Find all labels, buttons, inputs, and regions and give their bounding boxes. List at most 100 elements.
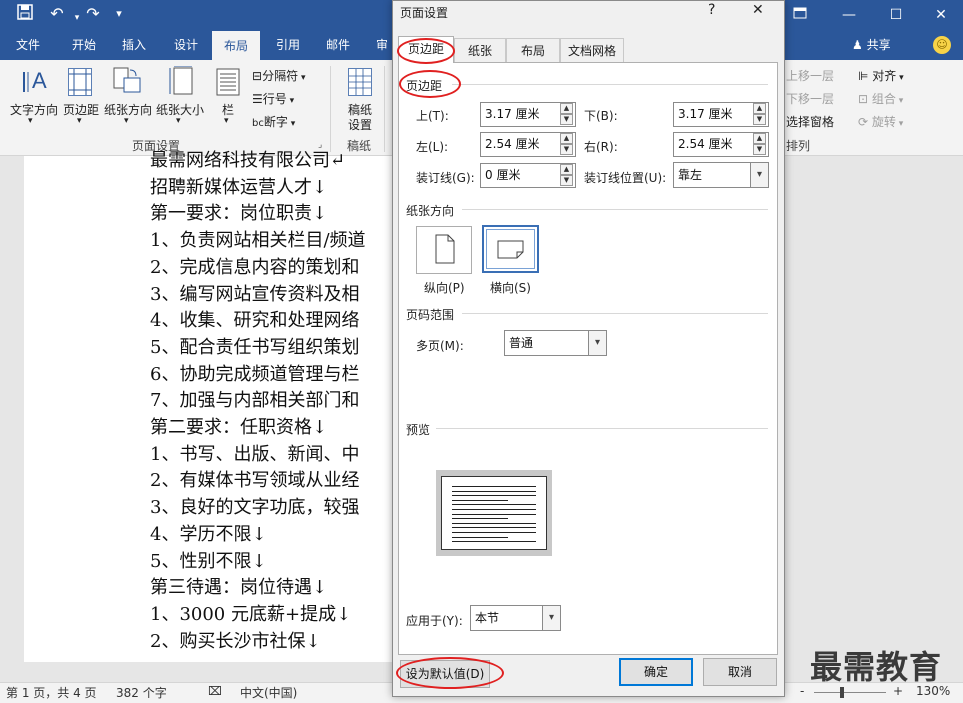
pages-section-heading: 页码范围 bbox=[406, 308, 455, 322]
undo-icon[interactable]: ↶ bbox=[46, 4, 68, 24]
margins-dropdown-icon[interactable]: ▾ bbox=[77, 116, 82, 126]
document-line: 7、加强与内部相关部门和 bbox=[150, 390, 360, 412]
proofing-icon[interactable]: ⌧ bbox=[208, 684, 222, 698]
portrait-button[interactable] bbox=[416, 226, 472, 274]
text-direction-button[interactable]: 文字方向 bbox=[6, 101, 62, 118]
text-direction-dropdown-icon[interactable]: ▾ bbox=[28, 116, 33, 126]
dialog-tab-paper[interactable]: 纸张 bbox=[454, 38, 506, 62]
bottom-margin-up-icon[interactable]: ▲ bbox=[753, 103, 766, 114]
zoom-slider-thumb[interactable] bbox=[840, 687, 844, 698]
multiple-pages-dropdown-icon[interactable]: ▾ bbox=[588, 331, 606, 355]
group-label: 组合 bbox=[871, 92, 896, 106]
close-window-icon[interactable]: ✕ bbox=[918, 0, 963, 30]
preview-line bbox=[452, 513, 536, 515]
customize-qat-icon[interactable]: ▾ bbox=[108, 4, 130, 24]
page-count[interactable]: 第 1 页，共 4 页 bbox=[6, 684, 97, 701]
bottom-margin-label: 下(B): bbox=[584, 109, 618, 123]
breaks-dropdown-icon: ▾ bbox=[298, 73, 306, 83]
tab-references[interactable]: 引用 bbox=[274, 30, 302, 60]
bring-forward-button[interactable]: 上移一层 bbox=[786, 67, 834, 84]
line-numbers-button[interactable]: ☰行号 ▾ bbox=[252, 90, 294, 107]
preview-line bbox=[452, 490, 536, 492]
gutter-position-label: 装订线位置(U): bbox=[584, 171, 667, 185]
document-line: 3、编写网站宣传资料及相 bbox=[150, 283, 360, 305]
gutter-label: 装订线(G): bbox=[416, 171, 475, 185]
hyphenation-button[interactable]: bc断字 ▾ bbox=[252, 113, 295, 130]
tab-file[interactable]: 文件 bbox=[14, 30, 42, 60]
section-divider bbox=[436, 428, 768, 429]
top-margin-down-icon[interactable]: ▼ bbox=[560, 114, 573, 125]
margins-icon bbox=[68, 68, 92, 96]
size-icon bbox=[168, 65, 196, 96]
dialog-tab-grid[interactable]: 文档网格 bbox=[560, 38, 624, 62]
tab-home[interactable]: 开始 bbox=[70, 30, 98, 60]
tab-design[interactable]: 设计 bbox=[172, 30, 200, 60]
help-button[interactable]: ? bbox=[708, 2, 715, 18]
breaks-button[interactable]: ⊟分隔符 ▾ bbox=[252, 67, 305, 84]
preview-line bbox=[452, 536, 508, 538]
draft-paper-button-line2: 设置 bbox=[347, 118, 372, 132]
multiple-pages-label: 多页(M): bbox=[416, 339, 464, 353]
minimize-icon[interactable]: — bbox=[826, 0, 872, 30]
bottom-margin-down-icon[interactable]: ▼ bbox=[753, 114, 766, 125]
document-line: 2、完成信息内容的策划和 bbox=[150, 256, 360, 278]
breaks-label: 分隔符 bbox=[262, 69, 299, 83]
ok-button[interactable]: 确定 bbox=[619, 658, 693, 686]
person-icon: ♟ bbox=[852, 38, 863, 52]
share-label: 共享 bbox=[866, 38, 891, 52]
rotate-icon: ⟳ bbox=[858, 115, 869, 129]
orientation-dropdown-icon[interactable]: ▾ bbox=[124, 116, 129, 126]
landscape-label: 横向(S) bbox=[490, 281, 531, 295]
left-margin-up-icon[interactable]: ▲ bbox=[560, 133, 573, 144]
annotation-circle-set-default bbox=[396, 657, 504, 689]
language-indicator[interactable]: 中文(中国) bbox=[240, 684, 297, 701]
align-button[interactable]: ⊫ 对齐 ▾ bbox=[858, 67, 904, 84]
left-margin-down-icon[interactable]: ▼ bbox=[560, 144, 573, 155]
tab-layout[interactable]: 布局 bbox=[212, 30, 260, 60]
group-icon: ⊡ bbox=[858, 92, 869, 106]
align-label: 对齐 bbox=[872, 69, 897, 83]
ribbon-display-icon[interactable] bbox=[780, 0, 820, 30]
tab-mailings[interactable]: 邮件 bbox=[324, 30, 352, 60]
cancel-button[interactable]: 取消 bbox=[703, 658, 777, 686]
apply-to-dropdown-icon[interactable]: ▾ bbox=[542, 606, 560, 630]
hyphenation-icon: bc bbox=[252, 118, 264, 129]
hyphenation-dropdown-icon: ▾ bbox=[287, 119, 296, 129]
send-backward-button[interactable]: 下移一层 bbox=[786, 90, 834, 107]
zoom-slider-track[interactable] bbox=[814, 692, 886, 693]
right-margin-up-icon[interactable]: ▲ bbox=[753, 133, 766, 144]
group-button[interactable]: ⊡ 组合 ▾ bbox=[858, 90, 903, 107]
rotate-button[interactable]: ⟳ 旋转 ▾ bbox=[858, 113, 903, 130]
align-dropdown-icon: ▾ bbox=[896, 73, 904, 83]
maximize-icon[interactable]: ☐ bbox=[873, 0, 919, 30]
preview-line bbox=[452, 527, 536, 529]
right-margin-down-icon[interactable]: ▼ bbox=[753, 144, 766, 155]
document-line: 4、收集、研究和处理网络 bbox=[150, 310, 360, 332]
preview-line bbox=[452, 504, 536, 506]
dialog-close-button[interactable]: ✕ bbox=[752, 2, 764, 18]
dialog-tab-layout[interactable]: 布局 bbox=[506, 38, 560, 62]
text-direction-icon: A bbox=[20, 66, 48, 96]
columns-dropdown-icon[interactable]: ▾ bbox=[224, 116, 229, 126]
landscape-button[interactable] bbox=[482, 225, 539, 273]
zoom-out-button[interactable]: - bbox=[800, 684, 804, 698]
word-count[interactable]: 382 个字 bbox=[116, 684, 167, 701]
top-margin-up-icon[interactable]: ▲ bbox=[560, 103, 573, 114]
redo-icon[interactable]: ↷ bbox=[82, 4, 104, 24]
left-margin-label: 左(L): bbox=[416, 140, 449, 154]
selection-pane-button[interactable]: 选择窗格 bbox=[786, 113, 834, 130]
size-dropdown-icon[interactable]: ▾ bbox=[176, 116, 181, 126]
gutter-down-icon[interactable]: ▼ bbox=[560, 175, 573, 186]
tab-review[interactable]: 审 bbox=[374, 30, 390, 60]
share-button[interactable]: ♟ 共享 bbox=[852, 36, 891, 53]
preview-line bbox=[452, 518, 508, 520]
gutter-position-dropdown-icon[interactable]: ▾ bbox=[750, 163, 768, 187]
document-line: 第三待遇：岗位待遇↓ bbox=[150, 577, 328, 599]
gutter-up-icon[interactable]: ▲ bbox=[560, 164, 573, 175]
save-icon[interactable] bbox=[14, 4, 36, 25]
draft-group-label: 稿纸 bbox=[347, 139, 372, 153]
tab-insert[interactable]: 插入 bbox=[120, 30, 148, 60]
breaks-icon: ⊟ bbox=[252, 69, 263, 83]
smiley-icon[interactable]: ☺ bbox=[933, 36, 951, 54]
columns-icon bbox=[216, 68, 240, 96]
